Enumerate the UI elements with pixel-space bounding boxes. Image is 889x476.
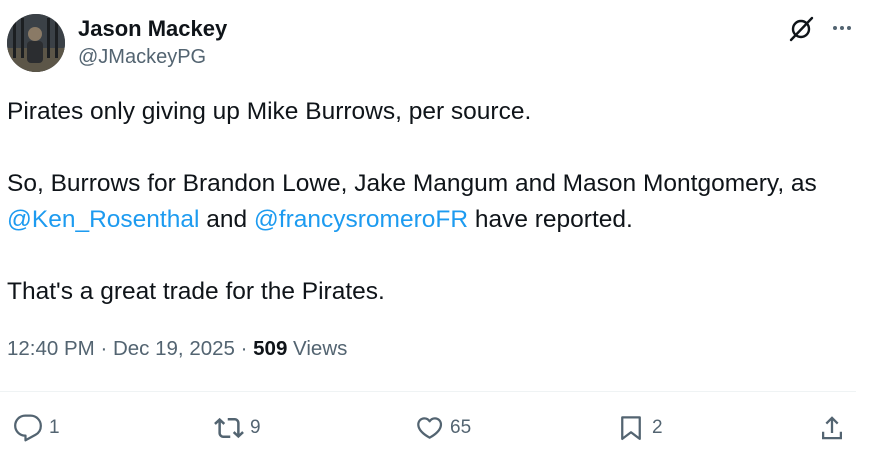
divider [0,391,856,392]
tweet-line-1: Pirates only giving up Mike Burrows, per… [7,98,532,125]
author-handle[interactable]: @JMackeyPG [78,46,206,69]
tweet-meta: 12:40 PM · Dec 19, 2025 · 509 Views [7,337,347,361]
tweet-line-2: So, Burrows for Brandon Lowe, Jake Mangu… [7,166,867,238]
views-label: Views [287,337,348,360]
bookmark-count: 2 [652,417,663,438]
reply-count: 1 [49,417,60,438]
like-button[interactable]: 65 [414,411,471,445]
reply-button[interactable]: 1 [13,411,60,445]
repost-button[interactable]: 9 [214,411,261,445]
meta-separator-1: · [94,337,113,360]
tweet-date[interactable]: Dec 19, 2025 [113,337,235,360]
mention-ken-rosenthal[interactable]: @Ken_Rosenthal [7,206,199,233]
grok-icon[interactable] [788,16,814,42]
repost-count: 9 [250,417,261,438]
bookmark-icon [621,416,641,440]
bookmark-button[interactable]: 2 [616,411,663,445]
repost-icon [214,417,244,439]
tweet-time[interactable]: 12:40 PM [7,337,95,360]
share-button[interactable] [817,411,847,445]
tweet-line-2-and: and [199,206,254,233]
views-count: 509 [253,337,288,360]
more-icon[interactable] [830,16,854,40]
like-icon [417,417,443,439]
tweet-text: Pirates only giving up Mike Burrows, per… [7,94,867,310]
share-icon [822,416,842,440]
like-count: 65 [450,417,472,438]
author-name[interactable]: Jason Mackey [78,16,227,42]
avatar[interactable] [7,14,65,72]
mention-francysromerofr[interactable]: @francysromeroFR [254,206,468,233]
meta-separator-2: · [234,337,254,360]
tweet-line-3: That's a great trade for the Pirates. [7,278,385,305]
tweet-line-2-prefix: So, Burrows for Brandon Lowe, Jake Mangu… [7,170,817,197]
tweet-line-2-suffix: have reported. [468,206,633,233]
reply-icon [14,414,42,442]
